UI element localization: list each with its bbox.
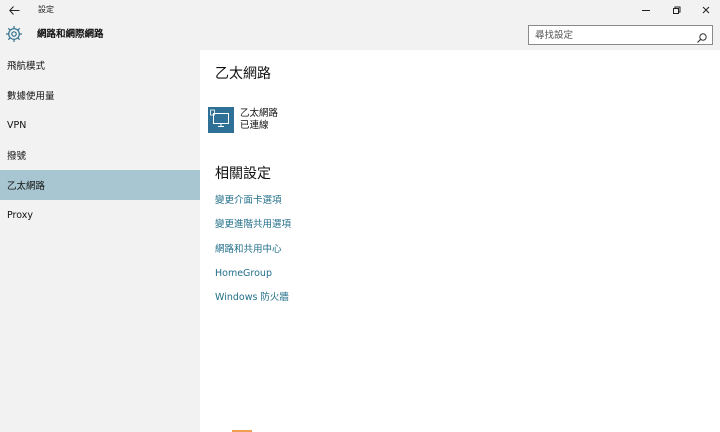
ethernet-status: 已連線 bbox=[240, 120, 269, 131]
sidebar-item-label: Proxy bbox=[7, 209, 34, 221]
sidebar-item-data-usage[interactable]: 數據使用量 bbox=[0, 80, 200, 110]
back-arrow-icon[interactable] bbox=[2, 0, 26, 20]
sidebar-item-airplane-mode[interactable]: 飛航模式 bbox=[0, 50, 200, 80]
page-section-title: 網路和網際網路 bbox=[37, 29, 104, 40]
sidebar-item-vpn[interactable]: VPN bbox=[0, 110, 200, 140]
gear-icon bbox=[5, 25, 23, 43]
main-content: 乙太網路 乙太網路 已連線 相關設定 變更介面卡選項 變更進階共用選項 網路和共… bbox=[200, 50, 720, 432]
link-windows-firewall[interactable]: Windows 防火牆 bbox=[215, 292, 289, 304]
search-icon[interactable] bbox=[696, 29, 708, 43]
sidebar: 飛航模式 數據使用量 VPN 撥號 乙太網路 Proxy bbox=[0, 50, 200, 432]
page-title: 乙太網路 bbox=[215, 66, 271, 82]
title-bar: 設定 bbox=[0, 0, 720, 20]
link-homegroup[interactable]: HomeGroup bbox=[215, 268, 272, 280]
sidebar-item-label: 乙太網路 bbox=[7, 181, 46, 192]
sidebar-item-label: 撥號 bbox=[7, 151, 27, 162]
sidebar-item-ethernet[interactable]: 乙太網路 bbox=[0, 170, 200, 200]
close-icon[interactable] bbox=[691, 0, 720, 20]
minimize-icon[interactable] bbox=[631, 0, 661, 20]
sidebar-item-proxy[interactable]: Proxy bbox=[0, 200, 200, 230]
related-settings-title: 相關設定 bbox=[215, 166, 271, 182]
search-box[interactable] bbox=[528, 25, 713, 45]
settings-header: 網路和網際網路 bbox=[0, 20, 720, 50]
sidebar-item-label: 飛航模式 bbox=[7, 61, 46, 72]
search-input[interactable] bbox=[529, 26, 689, 44]
link-change-adapter-options[interactable]: 變更介面卡選項 bbox=[215, 195, 282, 207]
sidebar-item-dial-up[interactable]: 撥號 bbox=[0, 140, 200, 170]
ethernet-name: 乙太網路 bbox=[240, 108, 279, 119]
link-advanced-sharing-options[interactable]: 變更進階共用選項 bbox=[215, 219, 291, 231]
window-title: 設定 bbox=[38, 5, 54, 14]
ethernet-monitor-icon bbox=[208, 107, 234, 133]
sidebar-item-label: 數據使用量 bbox=[7, 91, 55, 102]
link-network-sharing-center[interactable]: 網路和共用中心 bbox=[215, 244, 282, 256]
ethernet-connection-tile[interactable]: 乙太網路 已連線 bbox=[208, 106, 368, 134]
sidebar-item-label: VPN bbox=[7, 119, 27, 131]
restore-icon[interactable] bbox=[661, 0, 691, 20]
